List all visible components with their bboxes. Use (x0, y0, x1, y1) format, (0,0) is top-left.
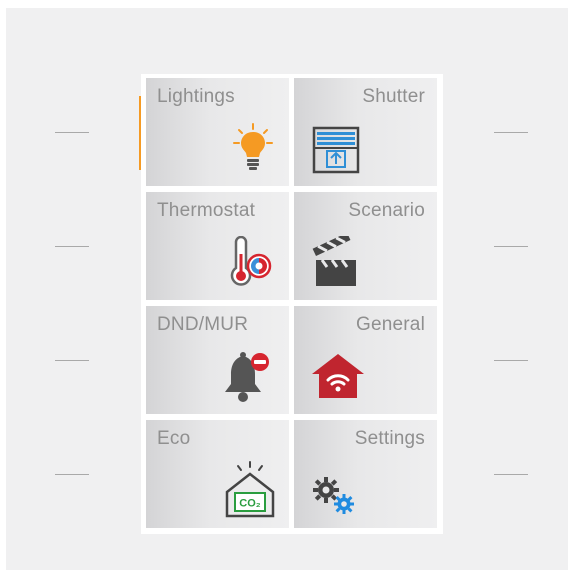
left-dash-2 (55, 246, 89, 247)
tile-lightings[interactable]: Lightings (146, 78, 289, 186)
right-dash-3 (494, 360, 528, 361)
tile-eco-label: Eco (157, 428, 191, 449)
tile-dnd-mur-label: DND/MUR (157, 314, 249, 335)
tile-dnd-mur[interactable]: DND/MUR (146, 306, 289, 414)
tile-general[interactable]: General (294, 306, 437, 414)
tile-shutter-label: Shutter (362, 86, 425, 107)
tile-eco[interactable]: Eco CO₂ (146, 420, 289, 528)
bell-icon (225, 352, 269, 402)
tile-thermostat-label: Thermostat (157, 200, 256, 221)
tile-scenario[interactable]: Scenario (294, 192, 437, 300)
tile-lightings-label: Lightings (157, 86, 235, 107)
left-dash-1 (55, 132, 89, 133)
left-dash-3 (55, 360, 89, 361)
clapperboard-icon (312, 236, 356, 286)
right-dash-4 (494, 474, 528, 475)
co2-house-icon: CO₂ (225, 461, 275, 518)
right-dash-1 (494, 132, 528, 133)
tile-shutter[interactable]: Shutter (294, 78, 437, 186)
tile-scenario-label: Scenario (348, 200, 425, 221)
tile-grid: Lightings Shutter Thermostat Scenario DN… (141, 74, 443, 534)
right-dash-2 (494, 246, 528, 247)
tile-thermostat[interactable]: Thermostat (146, 192, 289, 300)
shutter-icon (312, 126, 360, 174)
tile-settings-label: Settings (354, 428, 425, 449)
tile-general-label: General (356, 314, 425, 335)
co2-label: CO₂ (239, 498, 261, 510)
home-wifi-icon (312, 354, 364, 398)
lightbulb-icon (233, 123, 273, 170)
tile-settings[interactable]: Settings (294, 420, 437, 528)
thermometer-icon (230, 236, 272, 286)
gears-icon (313, 477, 354, 514)
left-dash-4 (55, 474, 89, 475)
